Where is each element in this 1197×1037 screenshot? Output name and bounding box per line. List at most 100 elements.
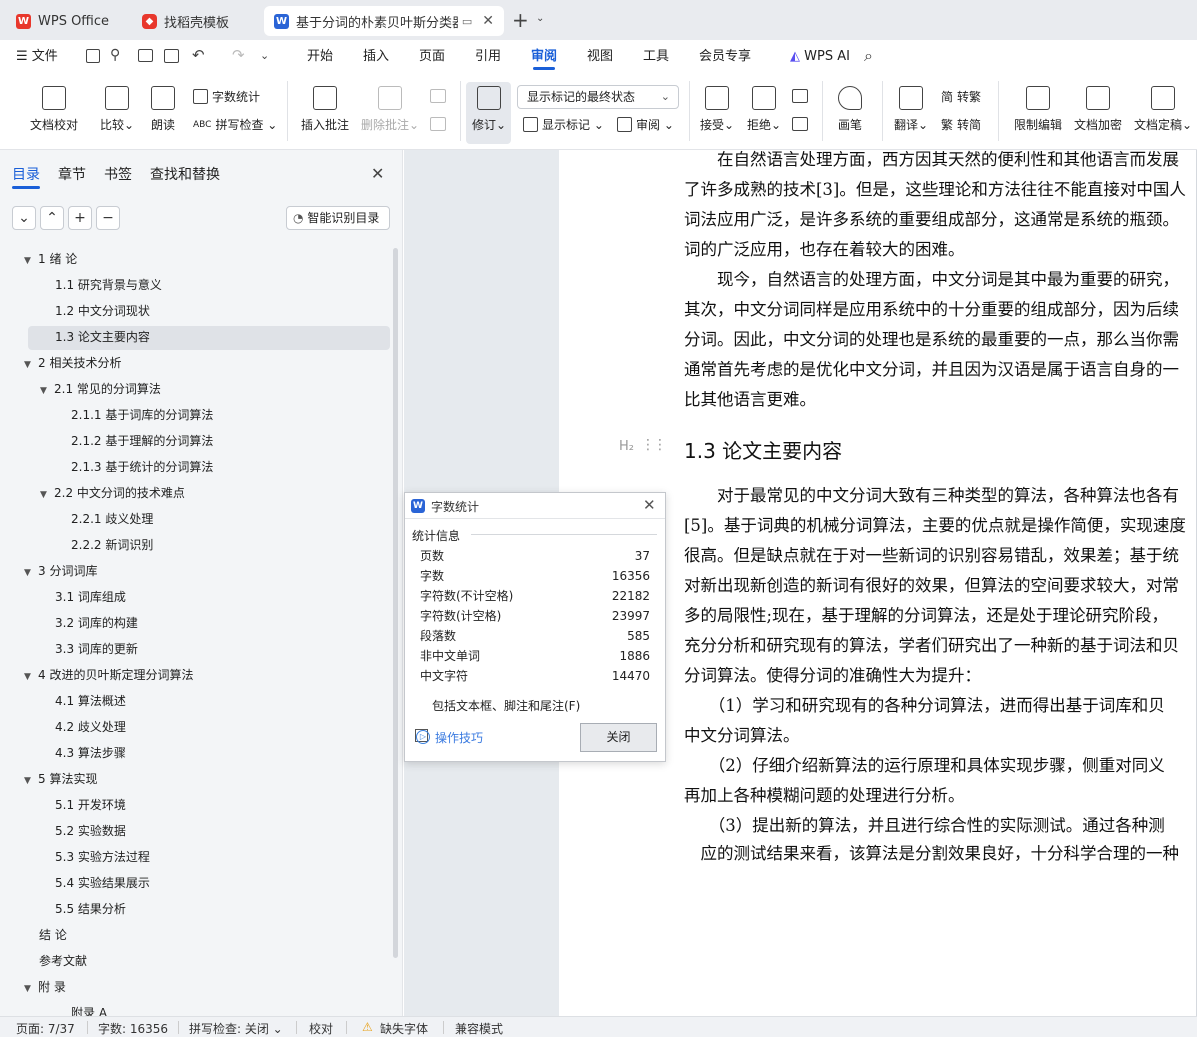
menu-insert[interactable]: 插入: [363, 40, 389, 73]
menu-page[interactable]: 页面: [419, 40, 445, 73]
toc-item[interactable]: 结 论: [39, 924, 67, 946]
toc-item-selected[interactable]: 1.3 论文主要内容: [55, 326, 150, 348]
status-proofread[interactable]: 校对: [309, 1020, 333, 1037]
toc-item[interactable]: ▼ 3 分词词库: [24, 560, 97, 582]
encrypt-button[interactable]: 文档加密: [1074, 86, 1122, 133]
undo-icon[interactable]: ↶: [192, 46, 205, 64]
search-icon[interactable]: ⌕: [864, 46, 873, 66]
smart-toc-button[interactable]: ◔ 智能识别目录: [286, 206, 390, 230]
toc-item[interactable]: 5.3 实验方法过程: [55, 846, 150, 868]
toc-item[interactable]: 5.2 实验数据: [55, 820, 126, 842]
tab-docer-templates[interactable]: ◆ 找稻壳模板: [132, 6, 260, 36]
menu-references[interactable]: 引用: [475, 40, 501, 73]
display-mode-select[interactable]: 显示标记的最终状态 ⌄: [517, 85, 679, 109]
status-spell-check[interactable]: 拼写检查: 关闭 ⌄: [189, 1020, 283, 1037]
status-page[interactable]: 页面: 7/37: [16, 1020, 75, 1037]
next-change-icon[interactable]: [792, 117, 808, 131]
delete-comment-button[interactable]: 删除批注⌄: [361, 86, 419, 133]
reject-button[interactable]: 拒绝⌄: [747, 86, 781, 133]
restrict-edit-button[interactable]: 限制编辑: [1014, 86, 1062, 133]
toc-item[interactable]: 5.5 结果分析: [55, 898, 126, 920]
print-preview-icon[interactable]: [164, 49, 179, 63]
tab-dropdown-icon[interactable]: ⌄: [536, 13, 544, 24]
toc-item[interactable]: ▼ 5 算法实现: [24, 768, 97, 790]
drag-handle-icon[interactable]: ⋮⋮: [641, 437, 667, 453]
add-heading-button[interactable]: +: [68, 206, 92, 230]
window-mode-icon[interactable]: ▭: [462, 15, 472, 28]
menu-home[interactable]: 开始: [307, 40, 333, 73]
show-markup-button[interactable]: 显示标记 ⌄: [523, 116, 604, 133]
toc-item[interactable]: 2.1.1 基于词库的分词算法: [71, 404, 213, 426]
toc-item[interactable]: 5.4 实验结果展示: [55, 872, 150, 894]
read-aloud-button[interactable]: 朗读: [151, 86, 175, 133]
pen-button[interactable]: 画笔: [838, 86, 862, 133]
toc-item[interactable]: ▼ 2.2 中文分词的技术难点: [40, 482, 185, 504]
prev-change-icon[interactable]: [792, 89, 808, 103]
nav-tab-toc[interactable]: 目录: [12, 164, 40, 184]
print-icon[interactable]: [138, 49, 153, 62]
close-tab-icon[interactable]: ✕: [482, 13, 494, 29]
toc-item[interactable]: 3.1 词库组成: [55, 586, 126, 608]
new-tab-icon[interactable]: +: [512, 8, 529, 32]
tips-link[interactable]: 操作技巧: [435, 729, 483, 746]
toc-item[interactable]: ▼ 1 绪 论: [24, 248, 77, 270]
accept-button[interactable]: 接受⌄: [700, 86, 734, 133]
prev-comment-icon[interactable]: [430, 89, 446, 103]
status-missing-font[interactable]: 缺失字体: [380, 1020, 428, 1037]
toc-item[interactable]: 2.2.2 新词识别: [71, 534, 153, 556]
include-textbox-label[interactable]: 包括文本框、脚注和尾注(F): [432, 697, 580, 714]
menu-file[interactable]: ☰ 文件: [16, 40, 58, 73]
toc-scrollbar[interactable]: [393, 248, 398, 958]
menu-tools[interactable]: 工具: [643, 40, 669, 73]
toc-item[interactable]: 5.1 开发环境: [55, 794, 126, 816]
doc-check-button[interactable]: 文档校对: [30, 86, 78, 133]
track-changes-button[interactable]: 修订⌄: [472, 86, 506, 133]
remove-heading-button[interactable]: −: [96, 206, 120, 230]
toc-item[interactable]: 附录 A: [71, 1002, 107, 1016]
toc-item[interactable]: 4.1 算法概述: [55, 690, 126, 712]
translate-button[interactable]: 翻译⌄: [894, 86, 928, 133]
menu-review[interactable]: 审阅: [531, 40, 557, 73]
close-pane-icon[interactable]: ✕: [371, 164, 384, 183]
dialog-close-icon[interactable]: ✕: [643, 496, 656, 514]
link-icon[interactable]: ⚲: [110, 47, 120, 63]
toc-item[interactable]: ▼ 附 录: [24, 976, 66, 998]
finalize-button[interactable]: 文档定稿⌄: [1134, 86, 1192, 133]
compare-button[interactable]: 比较⌄: [100, 86, 134, 133]
collapse-all-button[interactable]: ⌄: [12, 206, 36, 230]
expand-up-button[interactable]: ⌃: [40, 206, 64, 230]
toc-item[interactable]: 1.2 中文分词现状: [55, 300, 150, 322]
toc-item[interactable]: 1.1 研究背景与意义: [55, 274, 162, 296]
menu-wps-ai[interactable]: ◭ WPS AI: [790, 40, 850, 73]
next-comment-icon[interactable]: [430, 117, 446, 131]
toc-item[interactable]: ▼ 4 改进的贝叶斯定理分词算法: [24, 664, 193, 686]
toc-item[interactable]: 4.3 算法步骤: [55, 742, 126, 764]
toc-item[interactable]: 2.2.1 歧义处理: [71, 508, 153, 530]
tab-current-document[interactable]: W 基于分词的朴素贝叶斯分类器的 ▭ ✕: [264, 6, 504, 36]
spell-check-button[interactable]: ABC 拼写检查 ⌄: [193, 116, 277, 133]
toc-item[interactable]: 参考文献: [39, 950, 87, 972]
menu-view[interactable]: 视图: [587, 40, 613, 73]
toc-item[interactable]: 2.1.2 基于理解的分词算法: [71, 430, 213, 452]
word-count-button[interactable]: 字数统计: [193, 88, 260, 105]
review-pane-button[interactable]: 审阅 ⌄: [617, 116, 674, 133]
menu-membership[interactable]: 会员专享: [699, 40, 751, 73]
redo-icon[interactable]: ↷: [232, 46, 245, 64]
toc-item[interactable]: 4.2 歧义处理: [55, 716, 126, 738]
tab-wps-office[interactable]: W WPS Office: [6, 6, 124, 36]
toc-item[interactable]: 3.2 词库的构建: [55, 612, 138, 634]
toc-item[interactable]: ▼ 2.1 常见的分词算法: [40, 378, 161, 400]
toc-item[interactable]: ▼ 2 相关技术分析: [24, 352, 121, 374]
toc-item[interactable]: 2.1.3 基于统计的分词算法: [71, 456, 213, 478]
quick-access-dropdown-icon[interactable]: ⌄: [260, 49, 269, 62]
nav-tab-chapters[interactable]: 章节: [58, 164, 86, 184]
nav-tab-bookmarks[interactable]: 书签: [104, 164, 132, 184]
to-simplified-button[interactable]: 繁转简: [941, 116, 981, 133]
to-traditional-button[interactable]: 简转繁: [941, 88, 981, 105]
status-word-count[interactable]: 字数: 16356: [98, 1020, 168, 1037]
toc-item[interactable]: 3.3 词库的更新: [55, 638, 138, 660]
dialog-close-button[interactable]: 关闭: [580, 723, 657, 752]
insert-comment-button[interactable]: 插入批注: [301, 86, 349, 133]
nav-tab-find-replace[interactable]: 查找和替换: [150, 164, 220, 184]
save-icon[interactable]: [86, 49, 100, 63]
